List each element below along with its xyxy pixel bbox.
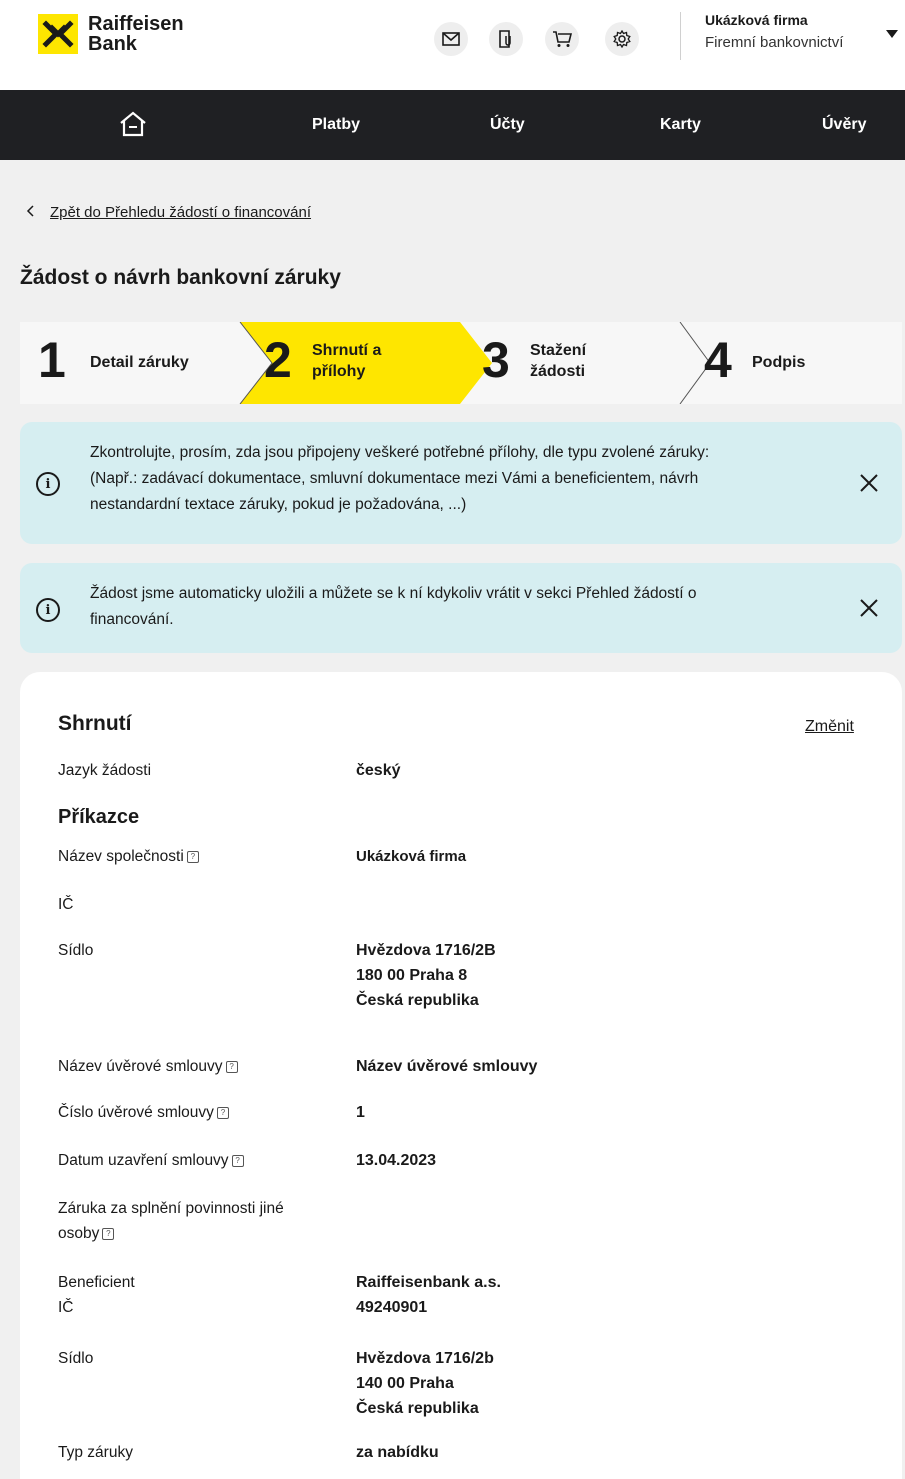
seat-label: Sídlo	[58, 942, 94, 959]
summary-title: Shrnutí	[58, 712, 132, 735]
chevron-left-icon	[26, 204, 34, 221]
logo-line2: Bank	[88, 33, 137, 55]
document-clip-icon[interactable]	[489, 22, 523, 56]
step-2-number: 2	[264, 332, 292, 388]
seat-line-2: 180 00 Praha 8	[356, 967, 468, 984]
beneficiary-seat-line-1: Hvězdova 1716/2b	[356, 1350, 494, 1367]
guarantee-type-label: Typ záruky	[58, 1444, 133, 1461]
close-icon[interactable]	[858, 597, 882, 621]
help-icon[interactable]: ?	[186, 851, 199, 863]
step-3-number: 3	[482, 332, 510, 388]
account-name: Ukázková firma	[705, 12, 808, 28]
step-3-label-line2: žádosti	[530, 363, 586, 380]
alert-1-line-2: (Např.: zadávací dokumentace, smluvní do…	[90, 470, 699, 487]
account-type: Firemní bankovnictví	[705, 34, 844, 51]
change-link[interactable]: Změnit	[805, 718, 854, 736]
gear-icon[interactable]	[605, 22, 639, 56]
guarantee-type-value: za nabídku	[356, 1444, 439, 1461]
raiffeisen-logo[interactable]: Raiffeisen Bank	[38, 14, 184, 54]
back-link[interactable]: Zpět do Přehledu žádostí o financování	[26, 204, 311, 221]
step-4-label: Podpis	[752, 354, 806, 371]
principal-heading: Příkazce	[58, 806, 140, 828]
info-icon: i	[36, 598, 60, 622]
company-value: Ukázková firma	[356, 848, 467, 865]
third-party-label-line2: osoby	[58, 1225, 100, 1242]
step-2-label-line1: Shrnutí a	[312, 342, 382, 359]
help-icon[interactable]: ?	[225, 1061, 238, 1073]
seat-line-1: Hvězdova 1716/2B	[356, 942, 496, 959]
language-label: Jazyk žádosti	[58, 762, 152, 779]
account-switcher[interactable]: Ukázková firma Firemní bankovnictví	[680, 12, 843, 60]
seat-line-3: Česká republika	[356, 992, 479, 1009]
ico-label: IČ	[58, 896, 74, 913]
top-bar: Raiffeisen Bank Ukázková firma Firemní b…	[0, 0, 905, 90]
step-2-label-line2: přílohy	[312, 363, 366, 380]
main-navigation: Platby Účty Karty Úvěry	[0, 90, 905, 160]
alert-2-line-2: financování.	[90, 611, 174, 628]
help-icon[interactable]: ?	[231, 1155, 244, 1167]
alert-1-line-1: Zkontrolujte, prosím, zda jsou připojeny…	[90, 444, 710, 461]
beneficiary-ico-value: 49240901	[356, 1299, 428, 1316]
progress-stepper: 1 Detail záruky 2 Shrnutí a přílohy 3 St…	[20, 322, 902, 404]
company-label: Název společnosti	[58, 848, 184, 865]
contract-name-label: Název úvěrové smlouvy	[58, 1058, 223, 1075]
logo-mark-icon	[38, 14, 78, 54]
contract-date-value: 13.04.2023	[356, 1152, 437, 1169]
info-alert-autosave: i Žádost jsme automaticky uložili a může…	[20, 563, 902, 653]
contract-number-value: 1	[356, 1104, 365, 1121]
alert-2-line-1: Žádost jsme automaticky uložili a můžete…	[90, 585, 697, 602]
beneficiary-seat-label: Sídlo	[58, 1350, 94, 1367]
step-1-number: 1	[38, 332, 66, 388]
caret-down-icon[interactable]	[886, 30, 898, 38]
mail-icon[interactable]	[434, 22, 468, 56]
page-title: Žádost o návrh bankovní záruky	[20, 266, 341, 289]
nav-item-ucty[interactable]: Účty	[490, 116, 525, 134]
cart-icon[interactable]	[545, 22, 579, 56]
back-link-text[interactable]: Zpět do Přehledu žádostí o financování	[50, 204, 311, 221]
step-1-label: Detail záruky	[90, 354, 189, 371]
step-3-label-line1: Stažení	[530, 342, 587, 359]
contract-number-label: Číslo úvěrové smlouvy	[58, 1104, 214, 1121]
beneficiary-seat-line-3: Česká republika	[356, 1400, 479, 1417]
info-icon: i	[36, 472, 60, 496]
logo-line1: Raiffeisen	[88, 13, 184, 35]
help-icon[interactable]: ?	[102, 1228, 115, 1240]
info-alert-attachments: i Zkontrolujte, prosím, zda jsou připoje…	[20, 422, 902, 544]
contract-name-value: Název úvěrové smlouvy	[356, 1058, 538, 1075]
home-icon[interactable]	[118, 110, 148, 143]
nav-item-karty[interactable]: Karty	[660, 116, 701, 134]
beneficiary-seat-line-2: 140 00 Praha	[356, 1375, 454, 1392]
nav-item-platby[interactable]: Platby	[312, 116, 360, 134]
summary-card: Shrnutí Změnit Jazyk žádosti český Příka…	[20, 672, 902, 1479]
nav-item-uvery[interactable]: Úvěry	[822, 116, 866, 134]
alert-1-line-3: nestandardní textace záruky, pokud je po…	[90, 496, 467, 513]
help-icon[interactable]: ?	[216, 1107, 229, 1119]
step-4-number: 4	[704, 332, 732, 388]
beneficiary-label: Beneficient	[58, 1274, 135, 1291]
close-icon[interactable]	[858, 472, 882, 496]
language-value: český	[356, 762, 401, 779]
third-party-label-line1: Záruka za splnění povinnosti jiné	[58, 1200, 284, 1217]
beneficiary-ico-label: IČ	[58, 1299, 74, 1316]
contract-date-label: Datum uzavření smlouvy	[58, 1152, 229, 1169]
beneficiary-value: Raiffeisenbank a.s.	[356, 1274, 501, 1291]
